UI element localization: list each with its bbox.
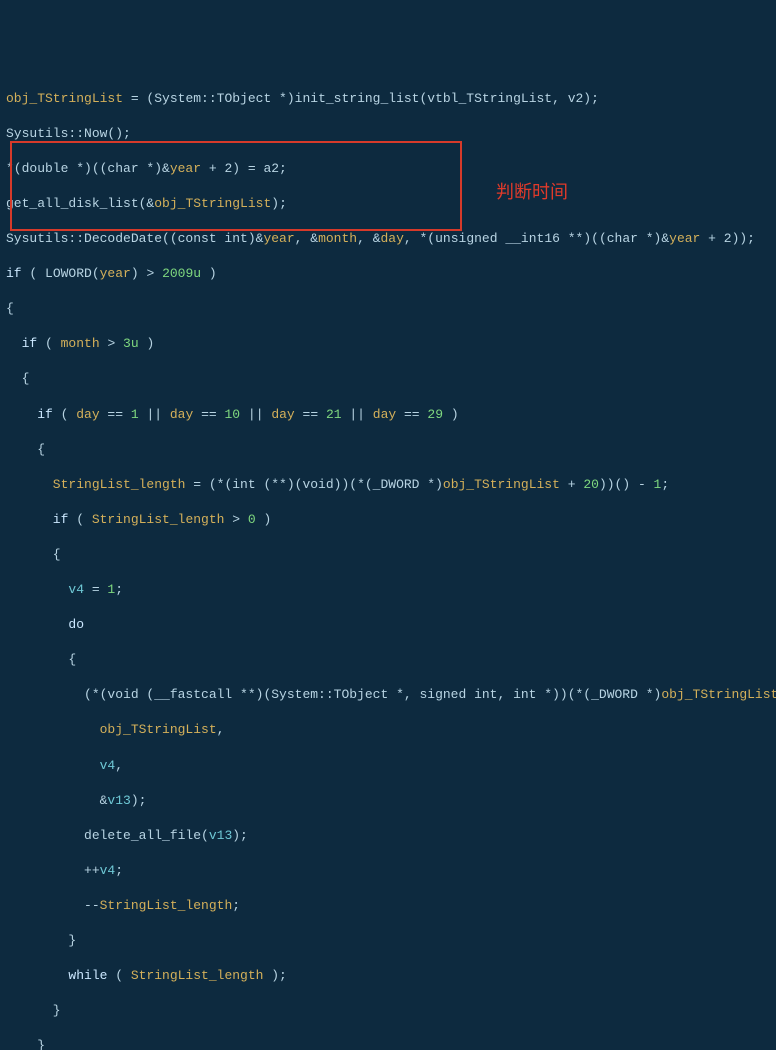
code-line: if ( month > 3u ) <box>6 335 770 353</box>
code-line: { <box>6 370 770 388</box>
code-line: } <box>6 1002 770 1020</box>
code-line: &v13); <box>6 792 770 810</box>
code-line: obj_TStringList, <box>6 721 770 739</box>
code-line: Sysutils::DecodeDate((const int)&year, &… <box>6 230 770 248</box>
code-line: (*(void (__fastcall **)(System::TObject … <box>6 686 770 704</box>
code-line: *(double *)((char *)&year + 2) = a2; <box>6 160 770 178</box>
code-line: { <box>6 651 770 669</box>
code-line: v4 = 1; <box>6 581 770 599</box>
code-line: obj_TStringList = (System::TObject *)ini… <box>6 90 770 108</box>
code-line: } <box>6 932 770 950</box>
code-line: --StringList_length; <box>6 897 770 915</box>
code-line: StringList_length = (*(int (**)(void))(*… <box>6 476 770 494</box>
code-line: delete_all_file(v13); <box>6 827 770 845</box>
code-line: { <box>6 441 770 459</box>
code-line: while ( StringList_length ); <box>6 967 770 985</box>
code-line: { <box>6 300 770 318</box>
code-line: Sysutils::Now(); <box>6 125 770 143</box>
code-line: ++v4; <box>6 862 770 880</box>
annotation-label: 判断时间 <box>496 180 568 204</box>
code-line: do <box>6 616 770 634</box>
code-line: get_all_disk_list(&obj_TStringList); <box>6 195 770 213</box>
code-line: if ( StringList_length > 0 ) <box>6 511 770 529</box>
highlight-box <box>10 141 462 231</box>
decompiled-code-view: obj_TStringList = (System::TObject *)ini… <box>6 72 770 1050</box>
code-line: if ( LOWORD(year) > 2009u ) <box>6 265 770 283</box>
code-line: if ( day == 1 || day == 10 || day == 21 … <box>6 406 770 424</box>
code-line: } <box>6 1037 770 1050</box>
code-line: v4, <box>6 757 770 775</box>
code-line: { <box>6 546 770 564</box>
